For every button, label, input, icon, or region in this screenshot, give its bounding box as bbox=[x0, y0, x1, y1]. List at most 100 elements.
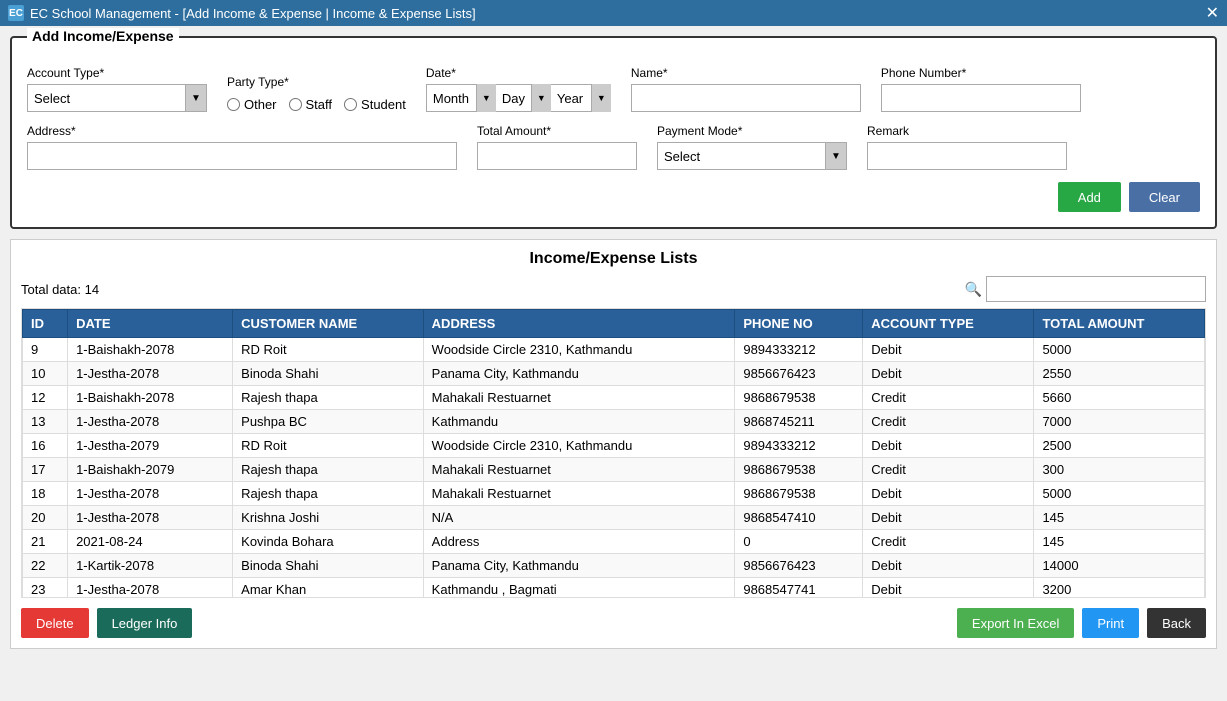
cell-phone: 9868679538 bbox=[735, 482, 863, 506]
col-account-type: ACCOUNT TYPE bbox=[863, 310, 1034, 338]
payment-mode-label: Payment Mode* bbox=[657, 124, 847, 138]
cell-total-amount: 7000 bbox=[1034, 410, 1205, 434]
cell-name: Krishna Joshi bbox=[233, 506, 424, 530]
cell-address: N/A bbox=[423, 506, 735, 530]
table-row[interactable]: 9 1-Baishakh-2078 RD Roit Woodside Circl… bbox=[23, 338, 1205, 362]
party-type-other-radio[interactable] bbox=[227, 98, 240, 111]
cell-date: 1-Jestha-2078 bbox=[68, 578, 233, 599]
table-wrapper[interactable]: ID DATE CUSTOMER NAME ADDRESS PHONE NO A… bbox=[21, 308, 1206, 598]
table-row[interactable]: 20 1-Jestha-2078 Krishna Joshi N/A 98685… bbox=[23, 506, 1205, 530]
cell-address: Woodside Circle 2310, Kathmandu bbox=[423, 434, 735, 458]
cell-name: RD Roit bbox=[233, 338, 424, 362]
cell-phone: 9868547741 bbox=[735, 578, 863, 599]
cell-total-amount: 2550 bbox=[1034, 362, 1205, 386]
window-title: EC School Management - [Add Income & Exp… bbox=[30, 6, 476, 21]
add-button[interactable]: Add bbox=[1058, 182, 1121, 212]
print-button[interactable]: Print bbox=[1082, 608, 1139, 638]
cell-name: Pushpa BC bbox=[233, 410, 424, 434]
search-icon[interactable]: 🔍 bbox=[965, 281, 982, 298]
cell-name: Amar Khan bbox=[233, 578, 424, 599]
table-row[interactable]: 13 1-Jestha-2078 Pushpa BC Kathmandu 986… bbox=[23, 410, 1205, 434]
cell-total-amount: 145 bbox=[1034, 530, 1205, 554]
income-expense-table: ID DATE CUSTOMER NAME ADDRESS PHONE NO A… bbox=[22, 309, 1205, 598]
cell-date: 2021-08-24 bbox=[68, 530, 233, 554]
cell-date: 1-Baishakh-2079 bbox=[68, 458, 233, 482]
day-select[interactable]: Day bbox=[496, 84, 551, 112]
party-type-other[interactable]: Other bbox=[227, 97, 277, 112]
cell-id: 18 bbox=[23, 482, 68, 506]
cell-date: 1-Jestha-2078 bbox=[68, 506, 233, 530]
party-type-staff-label: Staff bbox=[306, 97, 333, 112]
total-amount-label: Total Amount* bbox=[477, 124, 637, 138]
cell-total-amount: 5000 bbox=[1034, 482, 1205, 506]
col-phone: PHONE NO bbox=[735, 310, 863, 338]
party-type-student[interactable]: Student bbox=[344, 97, 406, 112]
search-box: 🔍 bbox=[965, 276, 1206, 302]
cell-account-type: Debit bbox=[863, 434, 1034, 458]
title-bar: EC EC School Management - [Add Income & … bbox=[0, 0, 1227, 26]
month-select[interactable]: Month bbox=[426, 84, 496, 112]
cell-account-type: Debit bbox=[863, 506, 1034, 530]
cell-date: 1-Jestha-2079 bbox=[68, 434, 233, 458]
table-row[interactable]: 23 1-Jestha-2078 Amar Khan Kathmandu , B… bbox=[23, 578, 1205, 599]
party-type-student-radio[interactable] bbox=[344, 98, 357, 111]
year-select-wrapper: Year ▼ bbox=[551, 84, 611, 112]
cell-total-amount: 300 bbox=[1034, 458, 1205, 482]
table-row[interactable]: 18 1-Jestha-2078 Rajesh thapa Mahakali R… bbox=[23, 482, 1205, 506]
col-address: ADDRESS bbox=[423, 310, 735, 338]
payment-mode-group: Payment Mode* Select Cash Cheque Online … bbox=[657, 124, 847, 170]
remark-label: Remark bbox=[867, 124, 1067, 138]
payment-mode-select[interactable]: Select Cash Cheque Online bbox=[657, 142, 847, 170]
add-income-expense-section: Add Income/Expense Account Type* Select … bbox=[10, 36, 1217, 229]
account-type-label: Account Type* bbox=[27, 66, 207, 80]
remark-input[interactable] bbox=[867, 142, 1067, 170]
section-title: Add Income/Expense bbox=[27, 28, 179, 44]
date-group: Date* Month ▼ Day ▼ bbox=[426, 66, 611, 112]
cell-address: Woodside Circle 2310, Kathmandu bbox=[423, 338, 735, 362]
cell-name: RD Roit bbox=[233, 434, 424, 458]
cell-id: 20 bbox=[23, 506, 68, 530]
cell-date: 1-Jestha-2078 bbox=[68, 362, 233, 386]
back-button[interactable]: Back bbox=[1147, 608, 1206, 638]
delete-button[interactable]: Delete bbox=[21, 608, 89, 638]
party-type-group: Party Type* Other Staff Student bbox=[227, 75, 406, 112]
table-row[interactable]: 12 1-Baishakh-2078 Rajesh thapa Mahakali… bbox=[23, 386, 1205, 410]
address-input[interactable] bbox=[27, 142, 457, 170]
party-type-staff[interactable]: Staff bbox=[289, 97, 333, 112]
cell-phone: 9856676423 bbox=[735, 362, 863, 386]
phone-input[interactable] bbox=[881, 84, 1081, 112]
search-input[interactable] bbox=[986, 276, 1206, 302]
cell-phone: 9868547410 bbox=[735, 506, 863, 530]
table-row[interactable]: 16 1-Jestha-2079 RD Roit Woodside Circle… bbox=[23, 434, 1205, 458]
table-row[interactable]: 21 2021-08-24 Kovinda Bohara Address 0 C… bbox=[23, 530, 1205, 554]
cell-date: 1-Kartik-2078 bbox=[68, 554, 233, 578]
cell-name: Binoda Shahi bbox=[233, 362, 424, 386]
cell-account-type: Debit bbox=[863, 578, 1034, 599]
clear-button[interactable]: Clear bbox=[1129, 182, 1200, 212]
name-group: Name* bbox=[631, 66, 861, 112]
cell-account-type: Debit bbox=[863, 362, 1034, 386]
account-type-select[interactable]: Select Income Expense bbox=[27, 84, 207, 112]
cell-address: Kathmandu , Bagmati bbox=[423, 578, 735, 599]
cell-phone: 9894333212 bbox=[735, 338, 863, 362]
close-button[interactable]: ✕ bbox=[1206, 3, 1219, 23]
year-select[interactable]: Year bbox=[551, 84, 611, 112]
party-type-student-label: Student bbox=[361, 97, 406, 112]
total-amount-input[interactable] bbox=[477, 142, 637, 170]
table-header-row: ID DATE CUSTOMER NAME ADDRESS PHONE NO A… bbox=[23, 310, 1205, 338]
table-row[interactable]: 22 1-Kartik-2078 Binoda Shahi Panama Cit… bbox=[23, 554, 1205, 578]
ledger-button[interactable]: Ledger Info bbox=[97, 608, 193, 638]
cell-date: 1-Jestha-2078 bbox=[68, 410, 233, 434]
cell-name: Binoda Shahi bbox=[233, 554, 424, 578]
cell-total-amount: 5660 bbox=[1034, 386, 1205, 410]
cell-phone: 9868679538 bbox=[735, 386, 863, 410]
cell-date: 1-Baishakh-2078 bbox=[68, 386, 233, 410]
phone-group: Phone Number* bbox=[881, 66, 1081, 112]
party-type-staff-radio[interactable] bbox=[289, 98, 302, 111]
export-button[interactable]: Export In Excel bbox=[957, 608, 1074, 638]
table-row[interactable]: 10 1-Jestha-2078 Binoda Shahi Panama Cit… bbox=[23, 362, 1205, 386]
name-input[interactable] bbox=[631, 84, 861, 112]
table-row[interactable]: 17 1-Baishakh-2079 Rajesh thapa Mahakali… bbox=[23, 458, 1205, 482]
cell-phone: 9894333212 bbox=[735, 434, 863, 458]
account-type-select-wrapper: Select Income Expense ▼ bbox=[27, 84, 207, 112]
